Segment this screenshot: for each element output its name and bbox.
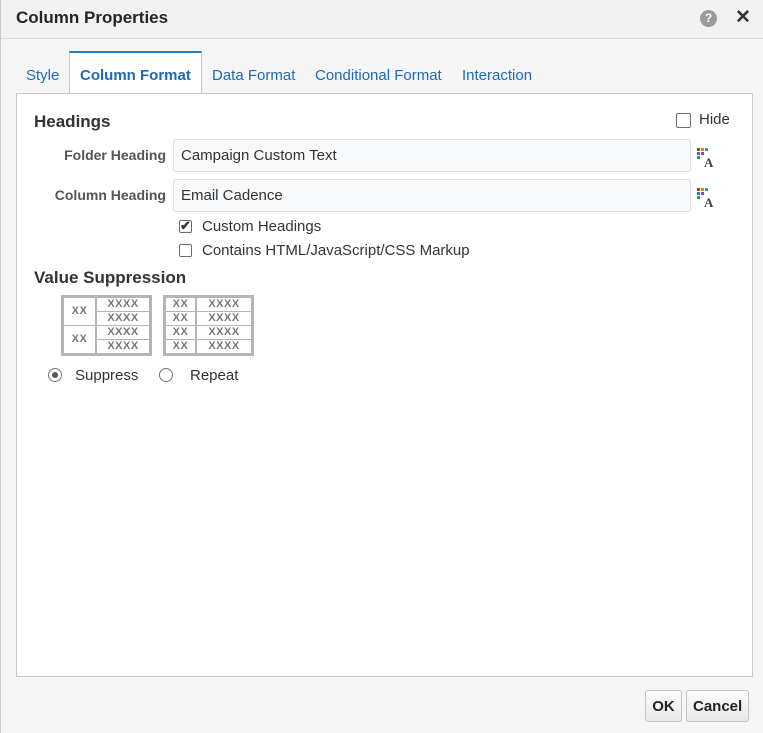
preview-cell: XX: [165, 339, 196, 354]
repeat-label: Repeat: [190, 367, 239, 384]
ok-button[interactable]: OK: [645, 690, 682, 722]
dialog-titlebar: Column Properties ? ✕: [1, 0, 763, 39]
svg-text:A: A: [704, 155, 714, 168]
suppress-radio[interactable]: [48, 368, 62, 382]
column-format-panel: Headings Hide Folder Heading Campaign Cu…: [16, 93, 753, 677]
edit-format-icon[interactable]: A: [697, 188, 717, 208]
tab-column-format[interactable]: Column Format: [69, 51, 202, 93]
tab-data-format[interactable]: Data Format: [212, 67, 295, 84]
html-markup-checkbox[interactable]: [179, 244, 192, 257]
preview-cell: XXXX: [96, 325, 150, 340]
hide-checkbox[interactable]: [676, 113, 691, 128]
preview-cell: XXXX: [96, 297, 150, 312]
preview-cell: XX: [165, 325, 196, 340]
custom-headings-label: Custom Headings: [202, 218, 322, 235]
radio-selected-dot: [52, 372, 58, 378]
cancel-button[interactable]: Cancel: [686, 690, 749, 722]
tab-style[interactable]: Style: [26, 67, 59, 84]
help-icon[interactable]: ?: [700, 10, 717, 27]
folder-heading-input[interactable]: Campaign Custom Text: [173, 139, 691, 172]
hide-label: Hide: [699, 111, 730, 128]
repeat-radio[interactable]: [159, 368, 173, 382]
svg-text:A: A: [704, 195, 714, 208]
custom-headings-checkbox[interactable]: ✔: [179, 218, 192, 233]
repeat-preview: XX XXXX XX XXXX XX XXXX XX XXXX: [163, 295, 254, 356]
preview-cell: XXXX: [196, 311, 252, 326]
suppress-preview: XX XXXX XXXX XX XXXX XXXX: [61, 295, 152, 356]
preview-cell: XX: [63, 325, 96, 354]
close-icon[interactable]: ✕: [734, 8, 752, 28]
column-heading-label: Column Heading: [54, 187, 166, 203]
tab-interaction[interactable]: Interaction: [462, 67, 532, 84]
html-markup-label: Contains HTML/JavaScript/CSS Markup: [202, 242, 470, 259]
dialog-title: Column Properties: [16, 8, 169, 27]
tab-bar: Style Column Format Data Format Conditio…: [16, 51, 753, 94]
preview-cell: XX: [63, 297, 96, 326]
value-suppression-section-title: Value Suppression: [34, 268, 187, 287]
headings-section-title: Headings: [34, 112, 111, 131]
preview-cell: XX: [165, 311, 196, 326]
check-icon: ✔: [180, 218, 191, 233]
preview-cell: XXXX: [96, 311, 150, 326]
column-heading-input[interactable]: Email Cadence: [173, 179, 691, 212]
preview-cell: XXXX: [196, 297, 252, 312]
column-properties-dialog: Column Properties ? ✕ Style Column Forma…: [0, 0, 763, 733]
preview-cell: XXXX: [96, 339, 150, 354]
preview-cell: XX: [165, 297, 196, 312]
tab-conditional-format[interactable]: Conditional Format: [315, 67, 442, 84]
suppress-label: Suppress: [75, 367, 139, 384]
edit-format-icon[interactable]: A: [697, 148, 717, 168]
preview-cell: XXXX: [196, 339, 252, 354]
folder-heading-label: Folder Heading: [64, 147, 166, 163]
preview-cell: XXXX: [196, 325, 252, 340]
